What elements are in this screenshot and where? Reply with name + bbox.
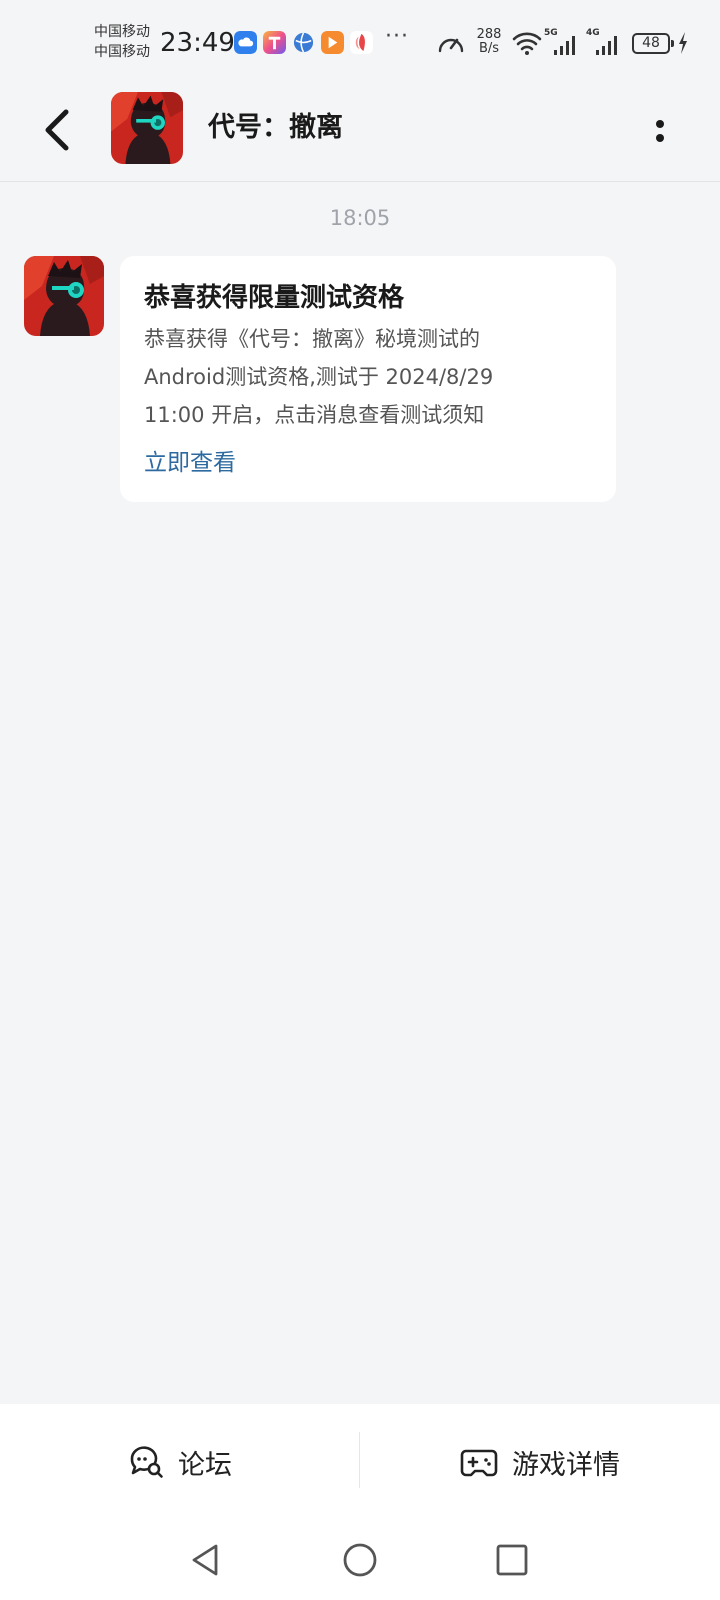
- avatar-art: [24, 256, 104, 336]
- dot: [656, 120, 664, 128]
- forum-label: 论坛: [178, 1449, 232, 1481]
- play-icon: [321, 31, 344, 54]
- message-card[interactable]: 恭喜获得限量测试资格 恭喜获得《代号：撤离》秘境测试的 Android测试资格,…: [120, 256, 616, 502]
- game-details-label: 游戏详情: [512, 1449, 620, 1481]
- petal-icon: [350, 31, 373, 54]
- game-avatar-icon[interactable]: [111, 92, 183, 164]
- nav-recents-button[interactable]: [492, 1540, 532, 1580]
- view-now-link[interactable]: 立即查看: [144, 446, 236, 480]
- status-bar: 中国移动 中国移动 23:49 ··· 288 B/s 5G 4G 48: [0, 0, 720, 86]
- net-speed-value: 288: [476, 27, 502, 42]
- more-options-button[interactable]: [640, 106, 680, 154]
- app-t-icon: [263, 31, 286, 54]
- speedometer-icon: [438, 38, 464, 53]
- notification-icons: [234, 31, 373, 54]
- carrier-labels: 中国移动 中国移动: [94, 22, 150, 62]
- forum-button[interactable]: 论坛: [0, 1404, 360, 1520]
- message-body-line: 11:00 开启，点击消息查看测试须知: [144, 403, 485, 427]
- net-speed-unit: B/s: [478, 41, 500, 56]
- more-notifications-icon: ···: [385, 24, 409, 49]
- signal-bars-icon: [596, 36, 617, 55]
- back-button[interactable]: [38, 106, 78, 154]
- message-body-line: Android测试资格,测试于 2024/8/29: [144, 365, 494, 389]
- dot: [656, 134, 664, 142]
- page-title: 代号：撤离: [208, 112, 343, 143]
- sender-avatar[interactable]: [24, 256, 104, 336]
- gamepad-icon: [460, 1449, 498, 1477]
- charging-icon: [679, 32, 687, 54]
- net-speed: 288 B/s: [474, 28, 504, 56]
- nav-back-button[interactable]: [186, 1540, 226, 1580]
- system-nav-bar: [0, 1520, 720, 1600]
- signal-bars-icon: [554, 36, 575, 55]
- status-time: 23:49: [160, 28, 235, 58]
- nav-home-button[interactable]: [340, 1540, 380, 1580]
- bottom-action-bar: 论坛 游戏详情: [0, 1404, 720, 1520]
- wifi-icon: [512, 32, 542, 55]
- chat-header: 代号：撤离: [0, 86, 720, 182]
- app-root: 中国移动 中国移动 23:49 ··· 288 B/s 5G 4G 48 代号：…: [0, 0, 720, 1600]
- cloud-icon: [234, 31, 257, 54]
- carrier-1: 中国移动: [94, 24, 150, 40]
- globe-icon: [293, 32, 314, 53]
- message-body-line: 恭喜获得《代号：撤离》秘境测试的: [144, 327, 480, 351]
- carrier-2: 中国移动: [94, 44, 150, 60]
- message-body: 恭喜获得《代号：撤离》秘境测试的 Android测试资格,测试于 2024/8/…: [144, 320, 584, 434]
- forum-icon: [130, 1446, 163, 1478]
- battery-indicator: 48: [632, 33, 674, 54]
- game-details-button[interactable]: 游戏详情: [360, 1404, 720, 1520]
- avatar-art: [111, 92, 183, 164]
- message-timestamp: 18:05: [329, 206, 391, 230]
- message-title: 恭喜获得限量测试资格: [144, 283, 405, 313]
